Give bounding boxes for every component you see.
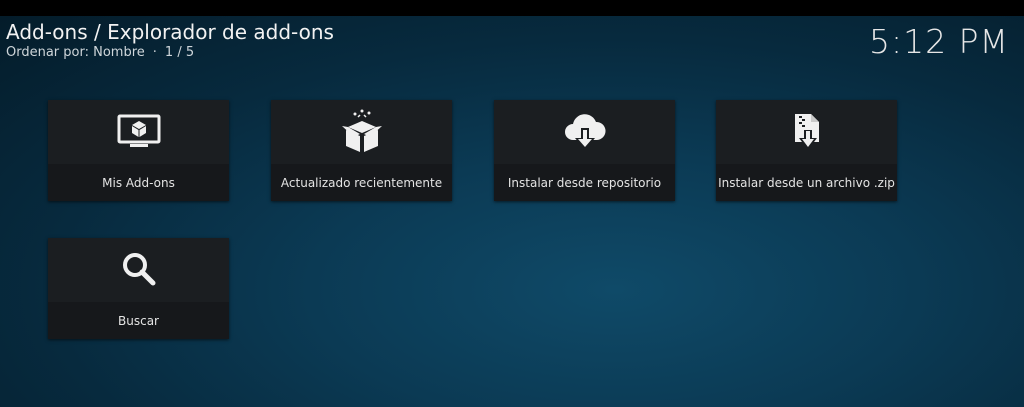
addon-browser-screen: Add-ons / Explorador de add-ons Ordenar … (0, 16, 1024, 407)
tile-label: Actualizado recientemente (280, 175, 443, 190)
page-title: Add-ons / Explorador de add-ons (6, 20, 334, 44)
monitor-box-icon (117, 114, 160, 147)
tile-label: Buscar (118, 313, 159, 328)
page-counter: 1 / 5 (164, 45, 195, 60)
separator: · (152, 45, 157, 60)
zip-file-download-icon (794, 114, 819, 150)
tile-install-from-zip[interactable]: Instalar desde un archivo .zip (716, 100, 897, 201)
cloud-download-icon (564, 114, 606, 150)
tile-install-from-repository[interactable]: Instalar desde repositorio (494, 100, 675, 201)
search-icon (122, 253, 155, 286)
tile-search[interactable]: Buscar (48, 238, 229, 339)
header: Add-ons / Explorador de add-ons Ordenar … (6, 19, 334, 61)
tile-label: Instalar desde repositorio (507, 175, 662, 190)
tile-my-addons[interactable]: Mis Add-ons (48, 100, 229, 201)
open-box-icon (341, 109, 382, 152)
tile-label: Mis Add-ons (102, 175, 175, 190)
tile-label: Instalar desde un archivo .zip (718, 175, 895, 190)
clock: 5:12 PM (869, 22, 1009, 61)
sort-info: Ordenar por: Nombre · 1 / 5 (6, 45, 334, 61)
tile-recently-updated[interactable]: Actualizado recientemente (271, 100, 452, 201)
sort-label[interactable]: Ordenar por: Nombre (6, 45, 145, 60)
